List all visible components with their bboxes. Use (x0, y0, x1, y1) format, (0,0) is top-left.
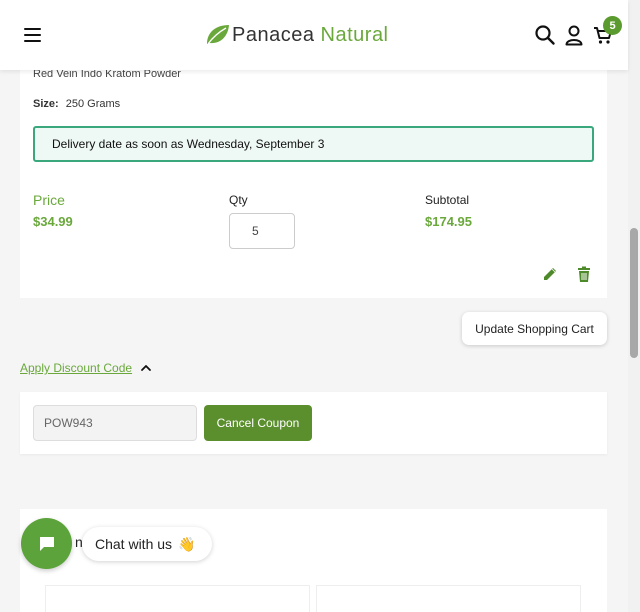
logo-text-secondary: Natural (320, 23, 389, 46)
site-header: Panacea Natural 5 (0, 0, 628, 70)
chat-with-us-label[interactable]: Chat with us 👋 (82, 527, 212, 561)
logo-text-primary: Panacea (232, 23, 315, 46)
chat-button[interactable] (21, 518, 72, 569)
cart-count-badge: 5 (603, 16, 622, 35)
size-value: 250 Grams (65, 98, 121, 110)
scrollbar-thumb[interactable] (630, 228, 638, 358)
delivery-date-notice: Delivery date as soon as Wednesday, Sept… (33, 126, 594, 162)
cart-item-card (20, 58, 607, 298)
wave-emoji-icon: 👋 (178, 535, 196, 552)
chat-icon (39, 536, 54, 551)
cancel-coupon-button[interactable]: Cancel Coupon (204, 405, 312, 441)
qty-input[interactable] (229, 213, 295, 249)
leaf-logo-icon (207, 25, 229, 45)
chat-label-text: Chat with us (95, 536, 173, 552)
site-logo[interactable]: Panacea Natural (204, 20, 389, 50)
qty-label: Qty (229, 193, 248, 207)
update-cart-button[interactable]: Update Shopping Cart (462, 312, 607, 345)
trash-icon[interactable] (575, 265, 593, 283)
user-icon[interactable] (563, 24, 585, 46)
price-value: $34.99 (33, 214, 73, 229)
product-card[interactable] (316, 585, 581, 612)
price-label: Price (33, 192, 65, 208)
menu-icon[interactable] (24, 27, 42, 43)
coupon-code-input[interactable] (33, 405, 197, 441)
product-size: Size: 250 Grams (33, 98, 120, 110)
search-icon[interactable] (534, 24, 556, 46)
chevron-up-icon[interactable] (140, 362, 152, 374)
edit-icon[interactable] (541, 265, 559, 283)
subtotal-label: Subtotal (425, 193, 470, 207)
product-card[interactable] (45, 585, 310, 612)
apply-discount-link[interactable]: Apply Discount Code (20, 361, 132, 375)
subtotal-value: $174.95 (425, 214, 472, 229)
size-label: Size: (33, 98, 59, 110)
